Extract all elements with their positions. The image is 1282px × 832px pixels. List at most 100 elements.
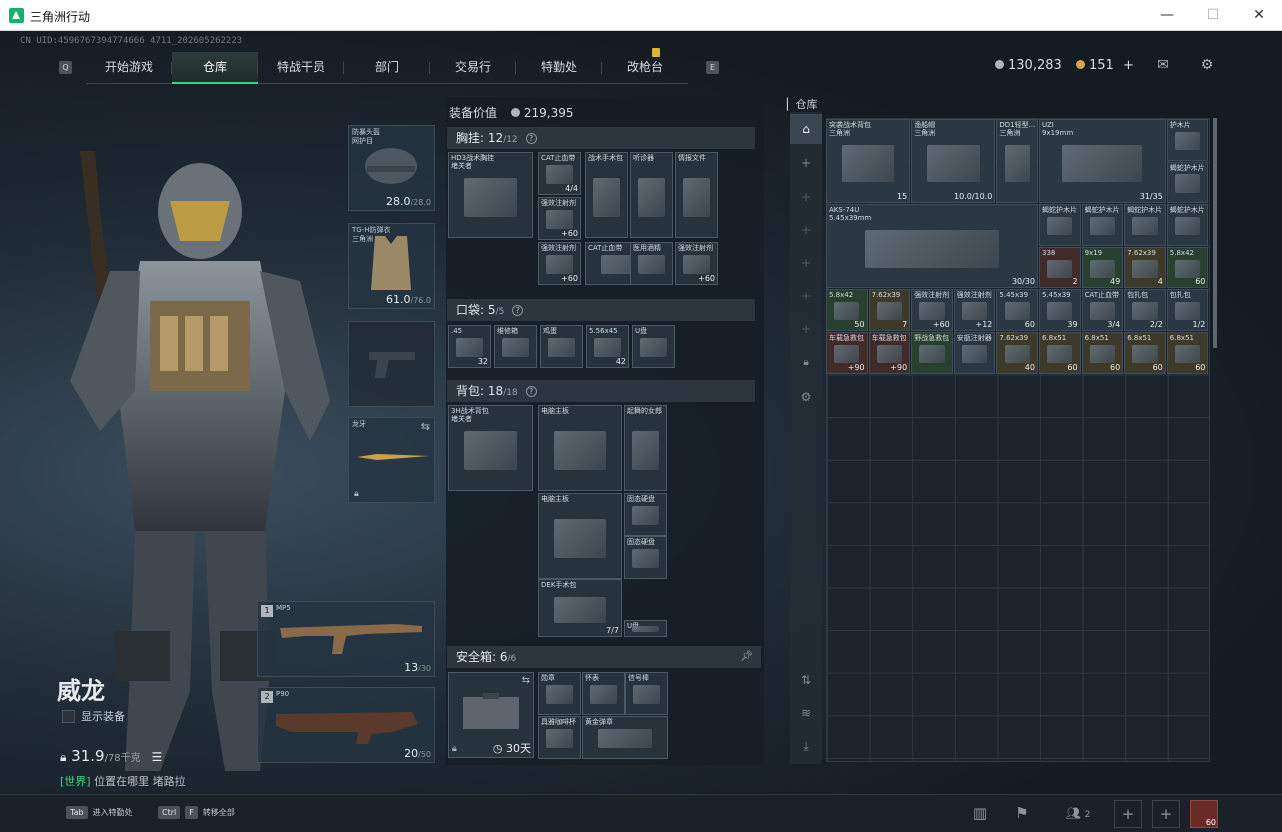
add-teammate-button[interactable]: + xyxy=(1152,800,1180,828)
inventory-item[interactable]: 强效注射剂 +60 xyxy=(538,197,581,240)
layers-icon[interactable]: ≋ xyxy=(790,698,822,728)
inventory-item[interactable]: 怀表 xyxy=(582,672,625,715)
inventory-item[interactable]: 5.45x39 39 xyxy=(1039,289,1081,331)
transfer-icon[interactable]: ⤓ xyxy=(790,731,822,761)
lock-icon[interactable]: 🔒︎ xyxy=(790,348,822,378)
add-tab-icon[interactable]: + xyxy=(790,248,822,278)
nav-tab[interactable]: 开始游戏 xyxy=(86,52,172,84)
inventory-item[interactable]: 突袭战术背包 三角洲 15 xyxy=(826,119,911,204)
inventory-item[interactable]: 蝎蛇护木片 xyxy=(1166,161,1209,204)
chart-icon[interactable]: ▥ xyxy=(966,800,994,828)
inventory-item[interactable]: UZI 9x19mm 31/35 xyxy=(1039,119,1166,204)
add-tab-icon[interactable]: + xyxy=(790,182,822,212)
add-teammate-button[interactable]: + xyxy=(1114,800,1142,828)
close-button[interactable]: ✕ xyxy=(1236,0,1282,31)
inventory-item[interactable]: 强效注射剂 +60 xyxy=(911,289,953,331)
inventory-item[interactable]: 电脑主板 xyxy=(538,493,622,579)
inventory-item[interactable]: 7.62x39 7 xyxy=(868,289,911,331)
inventory-item[interactable]: 强效注射剂 +60 xyxy=(675,242,718,285)
inventory-item[interactable]: 固态硬盘 xyxy=(624,536,667,579)
sort-icon[interactable]: ⇅ xyxy=(790,665,822,695)
help-icon[interactable]: ? xyxy=(512,305,524,316)
nav-key-right[interactable]: E xyxy=(706,61,719,74)
inventory-item[interactable]: 6.8x51 60 xyxy=(1166,332,1209,374)
inventory-item[interactable]: 战术手术包 xyxy=(585,152,628,238)
inventory-item[interactable]: 强效注射剂 +12 xyxy=(953,289,996,331)
armor-slot[interactable]: TG-H防弹衣 三角洲 61.0/76.0 xyxy=(348,223,435,309)
inventory-item[interactable]: 蝎蛇护木片 xyxy=(1124,204,1166,246)
tab-hint[interactable]: Tab 进入特勤处 xyxy=(66,806,133,819)
inventory-item[interactable]: 7.62x39 40 xyxy=(996,332,1038,374)
nav-key-left[interactable]: Q xyxy=(59,61,72,74)
inventory-item[interactable]: 5.8x42 50 xyxy=(826,289,868,331)
add-tab-icon[interactable]: + xyxy=(790,281,822,311)
inventory-item[interactable]: 医用酒精 xyxy=(630,242,673,285)
inventory-item[interactable]: 维修箱 xyxy=(494,325,537,368)
checkbox[interactable] xyxy=(62,710,75,723)
inventory-item[interactable]: 强效注射剂 +60 xyxy=(538,242,581,285)
inventory-item[interactable]: 5.8x42 60 xyxy=(1166,246,1209,289)
primary-weapon-slot[interactable]: 1 MP5 13/30 xyxy=(257,601,435,677)
inventory-item[interactable]: AKS-74U 5.45x39mm 30/30 xyxy=(826,204,1038,289)
help-icon[interactable]: ? xyxy=(525,386,537,397)
inventory-item[interactable]: 车载急救包 +90 xyxy=(868,332,911,374)
inventory-item[interactable]: 7.62x39 4 xyxy=(1124,246,1166,289)
show-equipment-toggle[interactable]: 显示装备 xyxy=(62,708,125,724)
help-icon[interactable]: ? xyxy=(525,133,537,144)
inventory-item[interactable]: 蝎蛇护木片 xyxy=(1166,204,1209,246)
team-button[interactable]: 👥︎ 2 xyxy=(1058,800,1098,828)
inventory-item[interactable]: 渔船帽 三角洲 10.0/10.0 xyxy=(911,119,996,204)
inventory-item[interactable]: 情报文件 xyxy=(675,152,718,238)
inventory-item[interactable]: 6.8x51 60 xyxy=(1081,332,1124,374)
nav-tab[interactable]: 部门 xyxy=(344,52,430,84)
inventory-item[interactable]: 蝎蛇护木片 xyxy=(1081,204,1124,246)
inventory-item[interactable]: 包扎包 2/2 xyxy=(1124,289,1166,331)
maximize-button[interactable]: ☐ xyxy=(1190,0,1236,31)
inventory-item[interactable]: U盘 xyxy=(624,620,667,637)
inventory-item[interactable]: 信号棒 xyxy=(625,672,668,715)
nav-tab[interactable]: 特战干员 xyxy=(258,52,344,84)
envelope-icon[interactable]: ✉ xyxy=(1154,57,1172,73)
player-avatar[interactable]: 60 xyxy=(1190,800,1218,828)
inventory-item[interactable]: 5.56x45 42 xyxy=(586,325,629,368)
inventory-item[interactable]: DD1轻型... 三角洲 xyxy=(996,119,1038,204)
inventory-item[interactable]: 具雅咖啡杯 xyxy=(538,716,581,759)
nav-tab[interactable]: 改枪台 xyxy=(602,52,688,84)
gear-icon[interactable]: ⚙ xyxy=(790,382,822,412)
transfer-all-hint[interactable]: Ctrl F 转移全部 xyxy=(158,806,235,819)
inventory-item[interactable]: 6.8x51 60 xyxy=(1039,332,1081,374)
add-tab-icon[interactable]: + xyxy=(790,215,822,245)
inventory-item[interactable]: U盘 xyxy=(632,325,675,368)
add-tab-icon[interactable]: + xyxy=(790,314,822,344)
inventory-item[interactable]: 鸡蛋 xyxy=(540,325,583,368)
add-tab-icon[interactable]: + xyxy=(790,148,822,178)
pin-icon[interactable]: 📌︎ xyxy=(740,646,753,668)
list-icon[interactable]: ☰ xyxy=(151,750,162,764)
flag-icon[interactable]: ⚑ xyxy=(1008,800,1036,828)
nav-tab[interactable]: 交易行 xyxy=(430,52,516,84)
inventory-item[interactable]: 野战急救包 xyxy=(911,332,953,374)
inventory-item[interactable]: 9x19 49 xyxy=(1081,246,1124,289)
warehouse-tab-main[interactable]: ⌂ xyxy=(790,114,822,144)
inventory-item[interactable]: 包扎包 1/2 xyxy=(1166,289,1209,331)
inventory-item[interactable]: 6.8x51 60 xyxy=(1124,332,1166,374)
inventory-item[interactable]: 蝎蛇护木片 xyxy=(1039,204,1081,246)
inventory-item[interactable]: .45 32 xyxy=(448,325,491,368)
inventory-item[interactable]: 3H战术背包 堵关者 xyxy=(448,405,533,491)
secondary-weapon-slot[interactable]: 2 P90 20/50 xyxy=(257,687,435,763)
warehouse-scrollbar[interactable] xyxy=(1213,118,1217,348)
inventory-item[interactable]: 5.45x39 60 xyxy=(996,289,1038,331)
gear-icon[interactable]: ⚙ xyxy=(1198,57,1216,73)
inventory-item[interactable]: DEK手术包 7/7 xyxy=(538,579,622,637)
inventory-item[interactable]: 黄金弹章 xyxy=(582,716,668,759)
inventory-item[interactable]: CAT止血带 4/4 xyxy=(538,152,581,195)
swap-icon[interactable]: ⇆ xyxy=(522,675,530,686)
inventory-item[interactable]: 338 2 xyxy=(1039,246,1081,289)
helmet-slot[interactable]: 防暴头盔 网护目 28.0/28.0 xyxy=(348,125,435,211)
inventory-item[interactable]: 听诊器 xyxy=(630,152,673,238)
pistol-slot[interactable] xyxy=(348,321,435,407)
inventory-item[interactable]: 起舞的女郎 xyxy=(624,405,667,491)
inventory-item[interactable]: CAT止血带 3/4 xyxy=(1081,289,1124,331)
minimize-button[interactable]: — xyxy=(1144,0,1190,31)
inventory-item[interactable]: 护木片 xyxy=(1166,119,1209,161)
